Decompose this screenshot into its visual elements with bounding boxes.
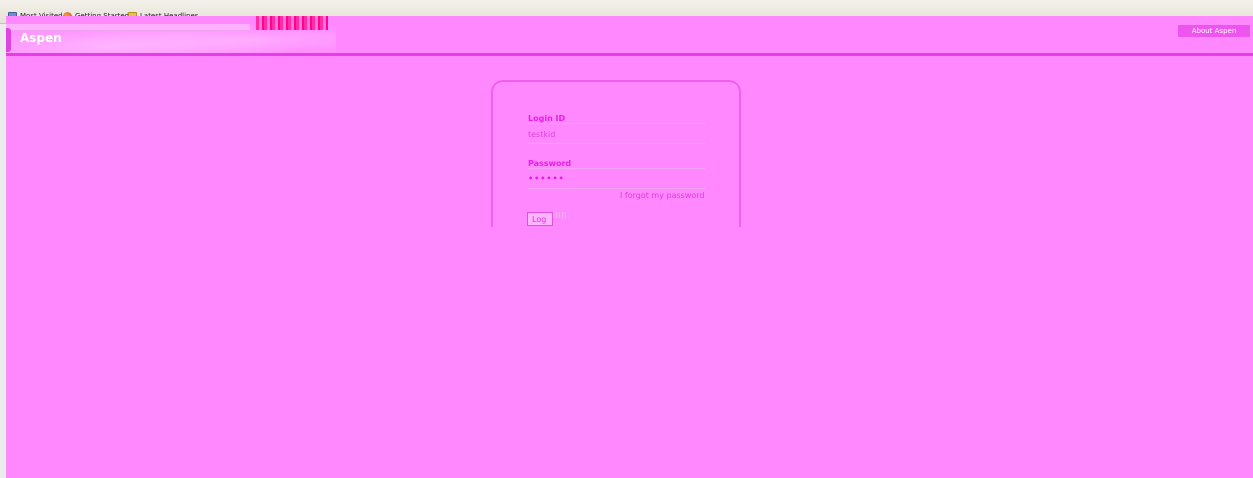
header-divider [6, 53, 1253, 56]
password-label-rule [528, 168, 705, 169]
forgot-password-link[interactable]: I forgot my password [620, 191, 704, 200]
login-button-artifact [553, 212, 567, 218]
app-header: Aspen About Aspen [6, 16, 1253, 56]
header-photo-strip [256, 16, 328, 30]
login-id-label-rule [528, 123, 705, 124]
header-banner-strip [6, 24, 250, 31]
about-aspen-button[interactable]: About Aspen [1178, 25, 1250, 37]
login-id-input-rule [528, 143, 705, 144]
login-panel [491, 80, 741, 230]
app-title: Aspen [20, 31, 62, 45]
password-label: Password [528, 159, 572, 168]
header-left-tab [6, 28, 11, 52]
login-button[interactable]: Log [527, 212, 553, 226]
login-id-input[interactable] [528, 128, 705, 140]
aspen-app: Aspen About Aspen Login ID Password ••••… [6, 16, 1253, 478]
content-area [6, 227, 1253, 478]
password-input[interactable]: •••••• [528, 174, 565, 183]
login-id-label: Login ID [528, 114, 566, 123]
password-input-rule [528, 188, 705, 189]
